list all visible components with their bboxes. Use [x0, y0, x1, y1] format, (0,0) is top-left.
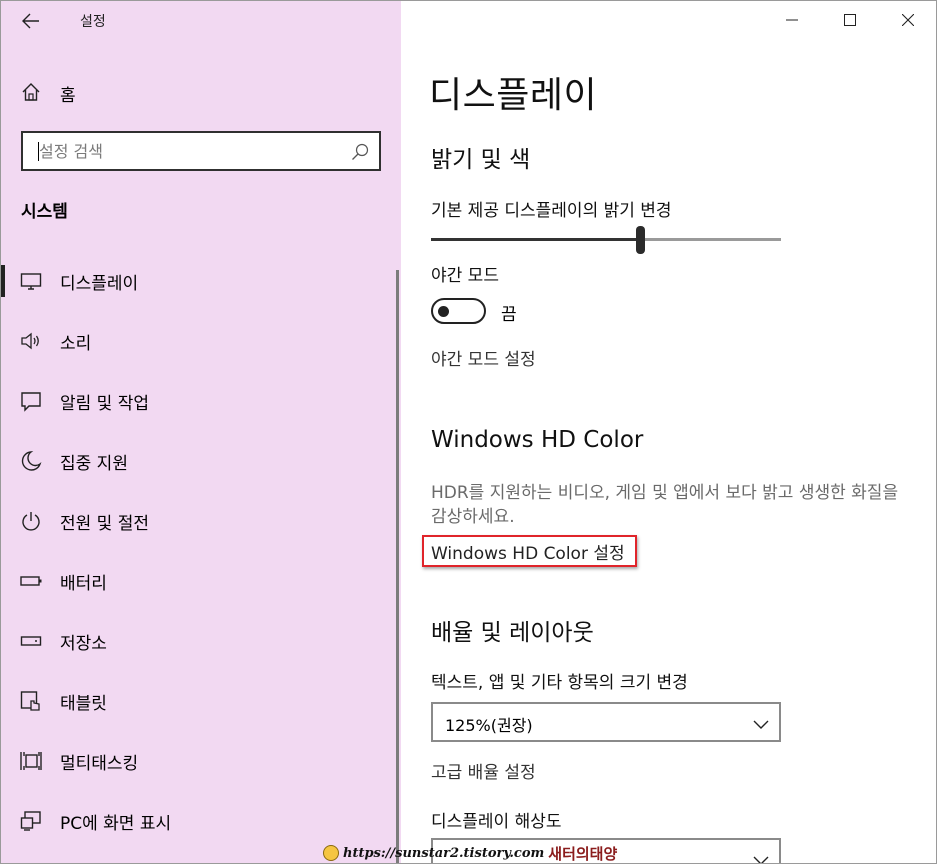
slider-track-remaining — [645, 238, 781, 241]
multitasking-icon — [20, 750, 42, 772]
sidebar: 설정 홈 시스템 디스플레이 소리 — [0, 0, 401, 864]
sidebar-scrollbar[interactable] — [396, 270, 399, 864]
watermark-url: https://sunstar2.tistory.com — [343, 845, 545, 861]
hd-color-heading: Windows HD Color — [431, 427, 644, 453]
brightness-slider[interactable] — [431, 226, 781, 254]
minimize-icon — [786, 19, 798, 21]
hd-color-description: HDR를 지원하는 비디오, 게임 및 앱에서 보다 밝고 생생한 화질을 감상… — [431, 483, 899, 527]
back-button[interactable] — [12, 6, 50, 36]
night-light-state: 끔 — [501, 305, 517, 325]
sidebar-item-label: 배터리 — [60, 574, 107, 594]
sidebar-item-label: 태블릿 — [60, 694, 107, 714]
sidebar-item-focus-assist[interactable]: 집중 지원 — [0, 433, 401, 489]
sidebar-item-display[interactable]: 디스플레이 — [0, 253, 401, 309]
sidebar-item-label: 집중 지원 — [60, 454, 128, 474]
sidebar-item-tablet[interactable]: 태블릿 — [0, 673, 401, 729]
maximize-icon — [844, 14, 856, 26]
sidebar-item-label: 멀티태스킹 — [60, 754, 139, 774]
sidebar-item-label: 소리 — [60, 334, 92, 354]
monitor-icon — [20, 270, 42, 292]
maximize-button[interactable] — [821, 0, 879, 40]
scale-label: 텍스트, 앱 및 기타 항목의 크기 변경 — [431, 673, 688, 693]
resolution-label: 디스플레이 해상도 — [431, 812, 562, 832]
advanced-scaling-link[interactable]: 고급 배율 설정 — [431, 758, 536, 783]
night-light-settings-link[interactable]: 야간 모드 설정 — [431, 345, 536, 370]
sidebar-item-sound[interactable]: 소리 — [0, 313, 401, 369]
moon-icon — [20, 450, 42, 472]
sidebar-item-label: 디스플레이 — [60, 274, 139, 294]
scale-dropdown[interactable]: 125%(권장) — [431, 702, 781, 742]
home-icon — [21, 82, 41, 106]
section-title: 시스템 — [21, 202, 68, 222]
scale-value: 125%(권장) — [445, 716, 533, 735]
sidebar-item-label: 알림 및 작업 — [60, 394, 150, 414]
home-label: 홈 — [60, 86, 76, 106]
chevron-down-icon — [753, 715, 769, 734]
home-nav-item[interactable]: 홈 — [0, 72, 401, 112]
search-icon[interactable] — [351, 143, 369, 165]
slider-track-filled — [431, 238, 636, 241]
page-title: 디스플레이 — [429, 75, 598, 116]
close-button[interactable] — [879, 0, 937, 40]
sidebar-item-notifications[interactable]: 알림 및 작업 — [0, 373, 401, 429]
brightness-slider-label: 기본 제공 디스플레이의 밝기 변경 — [431, 201, 672, 221]
watermark: https://sunstar2.tistory.com 새터의태양 — [323, 842, 617, 864]
sidebar-item-label: 전원 및 절전 — [60, 514, 150, 534]
storage-icon — [20, 630, 42, 652]
back-arrow-icon — [22, 13, 39, 29]
power-icon — [20, 510, 42, 532]
sidebar-item-label: 저장소 — [60, 634, 107, 654]
battery-icon — [20, 570, 42, 592]
night-light-label: 야간 모드 — [431, 266, 499, 286]
watermark-name: 새터의태양 — [548, 844, 618, 863]
sidebar-item-project[interactable]: PC에 화면 표시 — [0, 793, 401, 849]
slider-thumb[interactable] — [636, 226, 645, 254]
app-title: 설정 — [80, 14, 106, 30]
sidebar-item-storage[interactable]: 저장소 — [0, 613, 401, 669]
night-light-toggle[interactable] — [431, 298, 486, 324]
scale-layout-heading: 배율 및 레이아웃 — [431, 620, 594, 646]
speaker-icon — [20, 330, 42, 352]
hd-color-settings-link[interactable]: Windows HD Color 설정 — [431, 539, 625, 564]
close-icon — [902, 14, 914, 26]
search-box[interactable] — [21, 131, 381, 171]
project-icon — [20, 810, 42, 832]
content-pane: 디스플레이 밝기 및 색 기본 제공 디스플레이의 밝기 변경 야간 모드 끔 … — [401, 0, 937, 864]
chevron-down-icon — [753, 851, 769, 864]
sidebar-item-battery[interactable]: 배터리 — [0, 553, 401, 609]
minimize-button[interactable] — [763, 0, 821, 40]
smiley-icon — [323, 845, 339, 861]
sidebar-item-power[interactable]: 전원 및 절전 — [0, 493, 401, 549]
brightness-heading: 밝기 및 색 — [431, 147, 531, 173]
message-icon — [20, 390, 42, 412]
window-controls — [763, 0, 937, 40]
sidebar-item-label: PC에 화면 표시 — [60, 814, 172, 834]
tablet-icon — [20, 690, 42, 712]
sidebar-item-multitasking[interactable]: 멀티태스킹 — [0, 733, 401, 789]
search-input[interactable] — [39, 138, 339, 164]
toggle-knob — [438, 306, 449, 317]
